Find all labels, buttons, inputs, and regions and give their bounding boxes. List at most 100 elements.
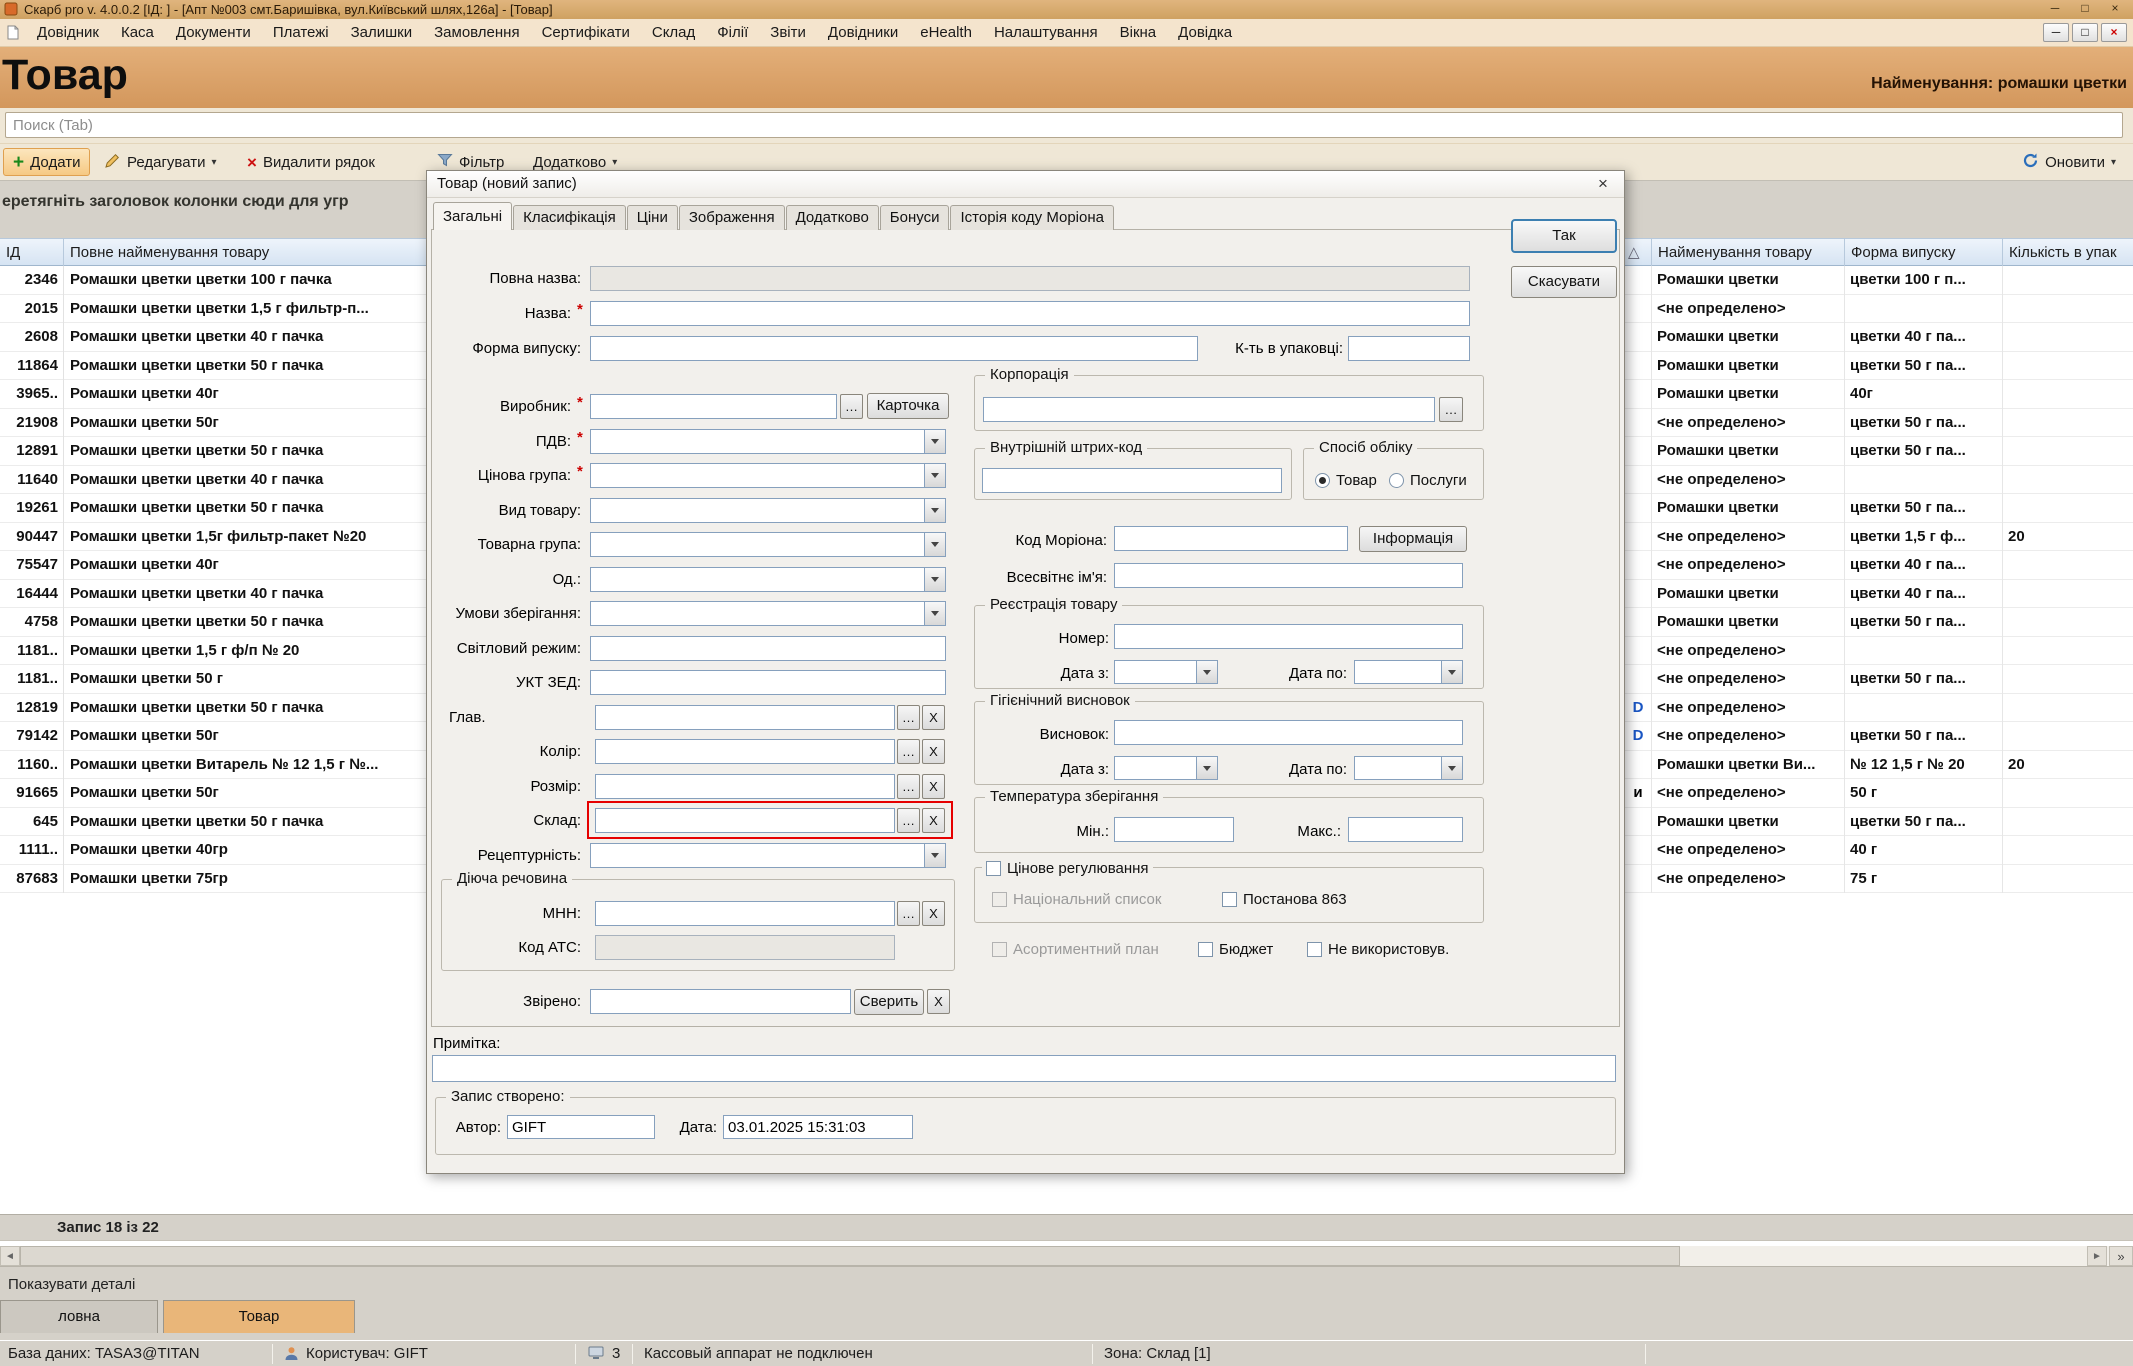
dialog-tab-Ціни[interactable]: Ціни — [627, 205, 678, 230]
menu-item-Довідники[interactable]: Довідники — [817, 19, 909, 46]
glav-clear-button[interactable]: X — [922, 705, 945, 730]
temp-min-input[interactable] — [1114, 817, 1234, 842]
window-close-button[interactable]: × — [2103, 1, 2127, 17]
sklad-lookup-button[interactable]: … — [897, 808, 920, 833]
table-row[interactable]: <не определено>цветки 40 г па... — [1625, 551, 2133, 580]
national-list-checkbox[interactable]: Національний список — [992, 889, 1161, 909]
dialog-tab-Історія коду Моріона[interactable]: Історія коду Моріона — [950, 205, 1114, 230]
color-clear-button[interactable]: X — [922, 739, 945, 764]
menu-item-Довідка[interactable]: Довідка — [1167, 19, 1243, 46]
dialog-tab-Додатково[interactable]: Додатково — [786, 205, 879, 230]
column-header-clipped[interactable]: △ — [1625, 239, 1652, 266]
verified-input[interactable] — [590, 989, 851, 1014]
table-row[interactable]: Ромашки цветкицветки 50 г па... — [1625, 608, 2133, 637]
product-kind-select[interactable] — [590, 498, 946, 523]
menu-item-Залишки[interactable]: Залишки — [340, 19, 424, 46]
not-used-checkbox[interactable]: Не використовув. — [1307, 939, 1449, 959]
column-header-id[interactable]: ІД — [0, 239, 64, 266]
producer-input[interactable] — [590, 394, 837, 419]
menu-item-Документи[interactable]: Документи — [165, 19, 262, 46]
table-row[interactable]: Ромашки цветкицветки 50 г па... — [1625, 437, 2133, 466]
refresh-button[interactable]: Оновити ▾ — [2013, 148, 2125, 176]
table-row[interactable]: 16444Ромашки цветки цветки 40 г пачка — [0, 580, 430, 609]
table-row[interactable]: 75547Ромашки цветки 40г — [0, 551, 430, 580]
table-row[interactable]: 90447Ромашки цветки 1,5г фильтр-пакет №2… — [0, 523, 430, 552]
temp-max-input[interactable] — [1348, 817, 1463, 842]
table-row[interactable]: 645Ромашки цветки цветки 50 г пачка — [0, 808, 430, 837]
dialog-tab-Зображення[interactable]: Зображення — [679, 205, 785, 230]
table-row[interactable]: D<не определено>цветки 50 г па... — [1625, 722, 2133, 751]
world-name-input[interactable] — [1114, 563, 1463, 588]
reg-number-input[interactable] — [1114, 624, 1463, 649]
created-date-input[interactable] — [723, 1115, 913, 1139]
reg-date-from-select[interactable] — [1114, 660, 1218, 684]
table-row[interactable]: Ромашки цветкицветки 50 г па... — [1625, 494, 2133, 523]
budget-checkbox[interactable]: Бюджет — [1198, 939, 1273, 959]
table-row[interactable]: <не определено> — [1625, 637, 2133, 666]
recipe-select[interactable] — [590, 843, 946, 868]
window-minimize-button[interactable]: ─ — [2043, 1, 2067, 17]
corporation-input[interactable] — [983, 397, 1435, 422]
table-row[interactable]: 19261Ромашки цветки цветки 50 г пачка — [0, 494, 430, 523]
menu-item-Філії[interactable]: Філії — [706, 19, 759, 46]
tab-tovar[interactable]: Товар — [163, 1300, 355, 1333]
table-row[interactable]: 12819Ромашки цветки цветки 50 г пачка — [0, 694, 430, 723]
product-group-select[interactable] — [590, 532, 946, 557]
table-row[interactable]: <не определено>цветки 1,5 г ф...20 — [1625, 523, 2133, 552]
column-header-qty[interactable]: Кількість в упак — [2003, 239, 2133, 266]
menu-item-Сертифікати[interactable]: Сертифікати — [531, 19, 641, 46]
dialog-close-icon[interactable]: × — [1590, 174, 1616, 194]
corporation-lookup-button[interactable]: … — [1439, 397, 1463, 422]
table-row[interactable]: 12891Ромашки цветки цветки 50 г пачка — [0, 437, 430, 466]
table-row[interactable]: Ромашки цветкицветки 50 г па... — [1625, 352, 2133, 381]
table-row[interactable]: <не определено>75 г — [1625, 865, 2133, 894]
table-row[interactable]: 1160..Ромашки цветки Витарель № 12 1,5 г… — [0, 751, 430, 780]
size-lookup-button[interactable]: … — [897, 774, 920, 799]
scroll-right-button[interactable]: ► — [2087, 1246, 2107, 1266]
table-row[interactable]: 21908Ромашки цветки 50г — [0, 409, 430, 438]
decree-863-checkbox[interactable]: Постанова 863 — [1222, 889, 1347, 909]
add-button[interactable]: + Додати — [3, 148, 90, 176]
sklad-clear-button[interactable]: X — [922, 808, 945, 833]
table-row[interactable]: Ромашки цветки40г — [1625, 380, 2133, 409]
note-input[interactable] — [432, 1055, 1616, 1082]
sklad-input[interactable] — [595, 808, 895, 833]
color-lookup-button[interactable]: … — [897, 739, 920, 764]
mdi-restore-button[interactable]: □ — [2072, 23, 2098, 42]
menu-item-Склад[interactable]: Склад — [641, 19, 706, 46]
assortment-plan-checkbox[interactable]: Асортиментний план — [992, 939, 1159, 959]
table-row[interactable]: <не определено> — [1625, 295, 2133, 324]
tab-main[interactable]: ловна — [0, 1300, 158, 1333]
size-clear-button[interactable]: X — [922, 774, 945, 799]
menu-item-Каса[interactable]: Каса — [110, 19, 165, 46]
pack-qty-input[interactable] — [1348, 336, 1470, 361]
ukt-zed-input[interactable] — [590, 670, 946, 695]
menu-item-Замовлення[interactable]: Замовлення — [423, 19, 530, 46]
scrollbar-thumb[interactable] — [20, 1246, 1680, 1266]
radio-goods[interactable]: Товар — [1315, 470, 1377, 490]
color-input[interactable] — [595, 739, 895, 764]
edit-button[interactable]: Редагувати ▾ — [95, 148, 226, 176]
name-input[interactable] — [590, 301, 1470, 326]
table-row[interactable]: 2608Ромашки цветки цветки 40 г пачка — [0, 323, 430, 352]
mnn-clear-button[interactable]: X — [922, 901, 945, 926]
mnn-lookup-button[interactable]: … — [897, 901, 920, 926]
table-row[interactable]: 4758Ромашки цветки цветки 50 г пачка — [0, 608, 430, 637]
unit-select[interactable] — [590, 567, 946, 592]
table-row[interactable]: 1181..Ромашки цветки 50 г — [0, 665, 430, 694]
verified-clear-button[interactable]: X — [927, 989, 950, 1014]
column-header-full-name[interactable]: Повне найменування товару — [64, 239, 430, 266]
horizontal-scrollbar[interactable]: ◄ ► » — [0, 1246, 2133, 1266]
table-row[interactable]: Ромашки цветкицветки 40 г па... — [1625, 580, 2133, 609]
menu-item-Платежі[interactable]: Платежі — [262, 19, 340, 46]
dialog-titlebar[interactable]: Товар (новий запис) × — [427, 171, 1624, 198]
cancel-button[interactable]: Скасувати — [1511, 266, 1617, 298]
radio-services[interactable]: Послуги — [1389, 470, 1467, 490]
light-mode-input[interactable] — [590, 636, 946, 661]
producer-lookup-button[interactable]: … — [840, 394, 863, 419]
column-header-form[interactable]: Форма випуску — [1845, 239, 2003, 266]
full-name-input[interactable] — [590, 266, 1470, 291]
vat-select[interactable] — [590, 429, 946, 454]
table-row[interactable]: 79142Ромашки цветки 50г — [0, 722, 430, 751]
menu-item-Налаштування[interactable]: Налаштування — [983, 19, 1109, 46]
